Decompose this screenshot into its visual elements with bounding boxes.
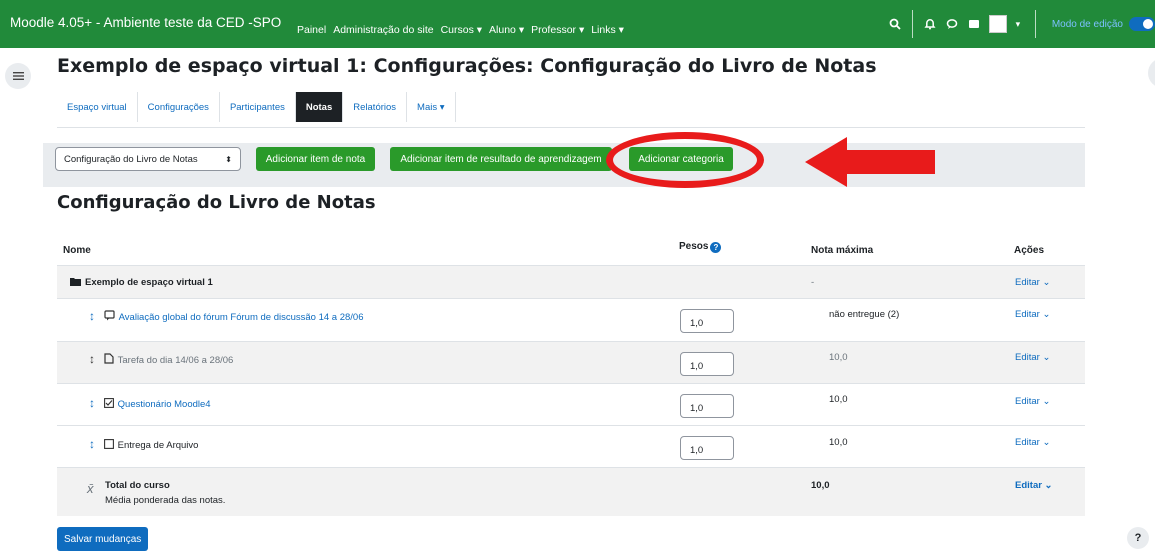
table-row-category: Exemplo de espaço virtual 1 - Editar ⌄ xyxy=(57,265,1085,298)
item-name-cell: ↕ Questionário Moodle4 xyxy=(89,396,211,410)
assignment-icon xyxy=(104,353,114,364)
red-arrow-annotation xyxy=(805,137,935,187)
file-checkbox-icon xyxy=(103,439,114,449)
col-header-max-grade: Nota máxima xyxy=(811,245,874,256)
total-max-grade: 10,0 xyxy=(811,480,830,491)
bell-icon[interactable] xyxy=(919,13,941,35)
move-icon[interactable]: ↕ xyxy=(89,437,95,451)
total-description: Média ponderada das notas. xyxy=(105,495,226,506)
search-icon[interactable] xyxy=(884,13,906,35)
top-navbar: Moodle 4.05+ - Ambiente teste da CED -SP… xyxy=(0,0,1155,48)
weight-input[interactable]: 1,0 xyxy=(680,394,734,418)
item-max-grade: não entregue (2) xyxy=(829,309,900,320)
block-drawer-toggle[interactable] xyxy=(1148,58,1155,88)
item-edit-menu[interactable]: Editar ⌄ xyxy=(1015,437,1050,448)
section-title: Configuração do Livro de Notas xyxy=(57,192,376,213)
item-name-cell: ↕ Tarefa do dia 14/06 a 28/06 xyxy=(89,352,233,366)
item-link[interactable]: Tarefa do dia 14/06 a 28/06 xyxy=(118,355,234,366)
category-max: - xyxy=(811,277,815,288)
primary-navigation: Painel Administração do site Cursos ▾ Al… xyxy=(297,24,631,36)
tabs-divider xyxy=(57,127,1085,128)
nav-professor[interactable]: Professor ▾ xyxy=(531,24,584,36)
navbar-right: ▾ Modo de edição xyxy=(884,8,1155,40)
nav-cursos[interactable]: Cursos ▾ xyxy=(441,24,482,36)
table-row: ↕ Tarefa do dia 14/06 a 28/06 1,0 10,0 E… xyxy=(57,341,1085,383)
item-edit-menu[interactable]: Editar ⌄ xyxy=(1015,352,1050,363)
edit-mode-label: Modo de edição xyxy=(1051,18,1123,30)
weights-label: Pesos xyxy=(679,241,709,252)
item-edit-menu[interactable]: Editar ⌄ xyxy=(1015,309,1050,320)
col-header-name: Nome xyxy=(63,245,91,256)
tab-notas[interactable]: Notas xyxy=(295,92,344,122)
edit-mode-toggle[interactable] xyxy=(1129,17,1155,31)
weight-input[interactable]: 1,0 xyxy=(680,436,734,460)
category-name: Exemplo de espaço virtual 1 xyxy=(70,277,213,288)
total-edit-menu[interactable]: Editar ⌄ xyxy=(1015,480,1053,491)
nav-painel[interactable]: Painel xyxy=(297,24,326,36)
item-max-grade: 10,0 xyxy=(829,394,848,405)
item-link[interactable]: Entrega de Arquivo xyxy=(118,440,199,451)
item-name-cell: ↕ Entrega de Arquivo xyxy=(89,437,198,451)
col-header-actions: Ações xyxy=(1014,245,1045,256)
col-header-weights: Pesos? xyxy=(679,241,722,253)
move-icon[interactable]: ↕ xyxy=(89,396,95,410)
item-link[interactable]: Avaliação global do fórum Fórum de discu… xyxy=(119,312,364,323)
select-value: Configuração do Livro de Notas xyxy=(64,153,198,165)
list-icon xyxy=(12,72,24,80)
forum-icon xyxy=(104,310,115,321)
tab-mais[interactable]: Mais ▾ xyxy=(407,92,456,122)
category-label: Exemplo de espaço virtual 1 xyxy=(85,277,213,288)
category-edit-menu[interactable]: Editar ⌄ xyxy=(1015,277,1050,288)
nav-administracao[interactable]: Administração do site xyxy=(333,24,433,36)
tab-participantes[interactable]: Participantes xyxy=(220,92,296,122)
navbar-divider xyxy=(911,10,913,38)
help-icon[interactable]: ? xyxy=(710,242,722,253)
total-name: Total do curso xyxy=(105,480,170,491)
tab-configuracoes[interactable]: Configurações xyxy=(138,92,220,122)
page-title: Exemplo de espaço virtual 1: Configuraçõ… xyxy=(57,55,877,77)
table-row: ↕ Entrega de Arquivo 1,0 10,0 Editar ⌄ xyxy=(57,425,1085,467)
secondary-navigation: Espaço virtual Configurações Participant… xyxy=(57,92,456,122)
item-name-cell: ↕ Avaliação global do fórum Fórum de dis… xyxy=(89,309,364,323)
chat-icon[interactable] xyxy=(941,13,963,35)
sigma-icon: x̄ xyxy=(87,481,94,496)
select-caret-icon: ⬍ xyxy=(225,154,232,164)
help-button[interactable]: ? xyxy=(1127,527,1149,549)
table-row: ↕ Avaliação global do fórum Fórum de dis… xyxy=(57,298,1085,341)
gradebook-view-select[interactable]: Configuração do Livro de Notas ⬍ xyxy=(55,147,241,171)
course-index-toggle[interactable] xyxy=(5,63,31,89)
avatar[interactable] xyxy=(988,15,1007,33)
navbar-divider-2 xyxy=(1034,10,1036,38)
table-row-total: x̄ Total do curso Média ponderada das no… xyxy=(57,467,1085,516)
weight-input[interactable]: 1,0 xyxy=(680,309,734,333)
item-max-grade: 10,0 xyxy=(829,437,848,448)
highlight-circle-annotation xyxy=(606,132,764,188)
tab-relatorios[interactable]: Relatórios xyxy=(343,92,408,122)
item-edit-menu[interactable]: Editar ⌄ xyxy=(1015,396,1050,407)
move-icon[interactable]: ↕ xyxy=(89,352,95,366)
quiz-checkbox-icon xyxy=(103,398,114,408)
table-row: ↕ Questionário Moodle4 1,0 10,0 Editar ⌄ xyxy=(57,383,1085,425)
move-icon[interactable]: ↕ xyxy=(89,309,95,323)
item-link[interactable]: Questionário Moodle4 xyxy=(118,399,211,410)
folder-icon xyxy=(70,278,81,286)
chevron-down-icon[interactable]: ▾ xyxy=(1007,13,1029,35)
save-changes-button[interactable]: Salvar mudanças xyxy=(57,527,149,551)
site-name[interactable]: Moodle 4.05+ - Ambiente teste da CED -SP… xyxy=(10,15,281,30)
nav-links[interactable]: Links ▾ xyxy=(591,24,624,36)
weight-input[interactable]: 1,0 xyxy=(680,352,734,376)
add-grade-item-button[interactable]: Adicionar item de nota xyxy=(256,147,375,171)
item-max-grade: 10,0 xyxy=(829,352,848,363)
tab-espaco-virtual[interactable]: Espaço virtual xyxy=(57,92,138,122)
add-outcome-item-button[interactable]: Adicionar item de resultado de aprendiza… xyxy=(390,147,612,171)
nav-aluno[interactable]: Aluno ▾ xyxy=(489,24,524,36)
drawer-icon[interactable] xyxy=(963,13,985,35)
